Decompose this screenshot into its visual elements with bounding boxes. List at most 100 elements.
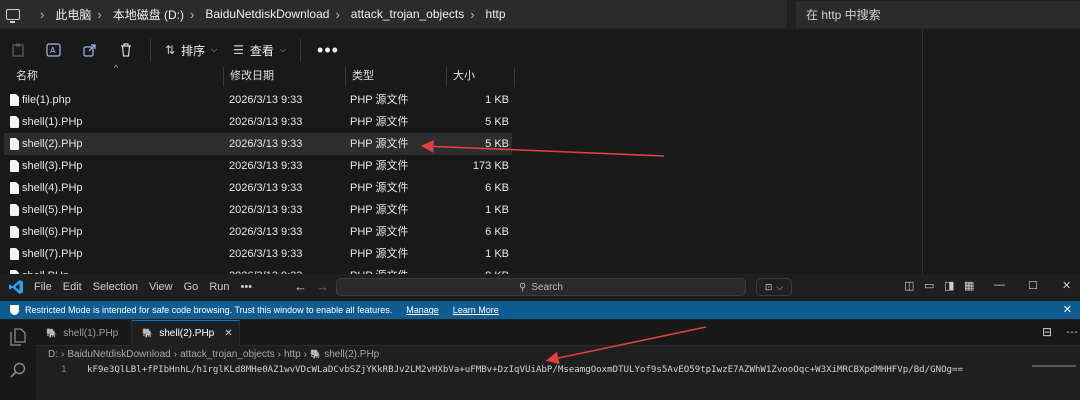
menu-go[interactable]: Go [184,281,199,293]
breadcrumb-attack-trojan-objects[interactable]: attack_trojan_objects [351,7,464,21]
menu-file[interactable]: File [34,281,52,293]
php-file-icon [10,226,19,238]
file-size: 6 KB [485,182,509,194]
learn-more-link[interactable]: Learn More [453,305,499,315]
file-row[interactable]: shell(5).PHp 2026/3/13 9:33 PHP 源文件 1 KB [4,199,512,221]
breadcrumb-attack-trojan-objects[interactable]: attack_trojan_objects [180,349,275,360]
toggle-secondary-sidebar-icon[interactable]: ◨ [944,279,954,292]
file-size: 6 KB [485,226,509,238]
copilot-button[interactable]: ⊡ ⌵ [756,278,792,296]
sort-button[interactable]: ⇅ 排序 ⌵ [157,36,225,64]
manage-link[interactable]: Manage [406,305,439,315]
forward-arrow-icon[interactable]: → [316,279,329,294]
explorer-files-icon[interactable] [9,328,27,346]
sort-label: 排序 [181,43,206,58]
breadcrumb-baidu-netdisk[interactable]: BaiduNetdiskDownload [205,7,329,21]
breadcrumb-http[interactable]: http [284,349,301,360]
file-row[interactable]: shell(4).PHp 2026/3/13 9:33 PHP 源文件 6 KB [4,177,512,199]
php-file-icon [10,160,19,172]
file-type: PHP 源文件 [350,116,409,128]
restricted-mode-banner: Restricted Mode is intended for safe cod… [0,301,1080,319]
file-explorer-window: › 此电脑 › 本地磁盘 (D:) › BaiduNetdiskDownload… [0,0,1080,278]
file-name: shell(6).PHp [22,226,83,238]
file-name: shell(3).PHp [22,160,83,172]
close-window-icon[interactable]: ✕ [1062,279,1071,292]
column-header-name[interactable]: 名称 [10,67,224,87]
file-modified: 2026/3/13 9:33 [229,204,303,216]
minimize-icon[interactable]: — [994,279,1005,291]
maximize-icon[interactable]: ☐ [1028,279,1038,292]
paste-icon[interactable] [0,36,36,64]
column-header-type[interactable]: 类型 [346,67,447,87]
file-modified: 2026/3/13 9:33 [229,94,303,106]
file-type: PHP 源文件 [350,226,409,238]
file-row[interactable]: shell(3).PHp 2026/3/13 9:33 PHP 源文件 173 … [4,155,512,177]
chevron-right-icon: › [470,6,475,22]
file-row-selected[interactable]: shell(2).PHp 2026/3/13 9:33 PHP 源文件 5 KB [4,133,512,155]
close-tab-icon[interactable]: ✕ [224,328,232,339]
breadcrumb[interactable]: › 此电脑 › 本地磁盘 (D:) › BaiduNetdiskDownload… [0,0,787,28]
close-banner-icon[interactable]: ✕ [1063,303,1072,316]
file-row[interactable]: file(1).php 2026/3/13 9:33 PHP 源文件 1 KB [4,89,512,111]
breadcrumb-baidu-netdisk[interactable]: BaiduNetdiskDownload [67,349,170,360]
toggle-panel-icon[interactable]: ▭ [924,279,934,292]
tab-shell-2[interactable]: 🐘 shell(2).PHp ✕ [132,320,240,346]
breadcrumb-this-pc[interactable]: 此电脑 [55,6,91,23]
menu-view[interactable]: View [149,281,173,293]
file-modified: 2026/3/13 9:33 [229,248,303,260]
menu-edit[interactable]: Edit [63,281,82,293]
php-file-icon [10,204,19,216]
more-actions-icon[interactable]: ⋯ [1066,325,1078,339]
more-options-button[interactable]: ••• [307,40,349,61]
copilot-icon: ⊡ [764,281,773,292]
chevron-down-icon: ⌵ [279,45,287,54]
back-arrow-icon[interactable]: ← [294,279,307,294]
toggle-sidebar-icon[interactable]: ◫ [904,279,914,292]
editor-breadcrumb: D: › BaiduNetdiskDownload › attack_trojan_ob… [48,349,379,360]
divider [922,30,923,278]
split-editor-icon[interactable]: ⊟ [1042,325,1052,339]
view-button[interactable]: ☰ 查看 ⌵ [225,36,294,64]
menu-run[interactable]: Run [209,281,229,293]
this-pc-icon[interactable] [6,8,20,23]
column-header-modified[interactable]: 修改日期 [224,67,346,87]
column-header-row: 名称 修改日期 类型 大小 [0,67,922,87]
file-row[interactable]: shell(7).PHp 2026/3/13 9:33 PHP 源文件 1 KB [4,243,512,265]
title-bar: File Edit Selection View Go Run ••• ← → … [0,274,1080,300]
address-bar: › 此电脑 › 本地磁盘 (D:) › BaiduNetdiskDownload… [0,0,1080,30]
command-center-search[interactable]: ⚲ Search [336,278,746,296]
file-type: PHP 源文件 [350,138,409,150]
file-row[interactable]: shell(1).PHp 2026/3/13 9:33 PHP 源文件 5 KB [4,111,512,133]
chevron-down-icon: ⌵ [776,281,784,292]
file-name: shell(4).PHp [22,182,83,194]
code-line[interactable]: 1 kF9e3QlLBl+fPIbHnhL/h1rglKLd8MHe0AZ1wv… [36,364,1080,380]
menu-selection[interactable]: Selection [93,281,138,293]
file-modified: 2026/3/13 9:33 [229,160,303,172]
minimap[interactable] [1032,365,1076,367]
file-name: shell(5).PHp [22,204,83,216]
rename-icon[interactable]: A [36,36,72,64]
file-name: shell(2).PHp [22,138,83,150]
breadcrumb-file[interactable]: shell(2).PHp [324,349,379,360]
breadcrumb-http[interactable]: http [486,7,506,21]
tab-shell-1[interactable]: 🐘 shell(1).PHp [36,320,132,346]
code-text[interactable]: kF9e3QlLBl+fPIbHnhL/h1rglKLd8MHe0AZ1wvVD… [87,365,963,375]
search-icon[interactable] [9,362,27,380]
command-bar: A ⇅ 排序 ⌵ ☰ 查看 ⌵ ••• [0,32,1080,68]
php-file-icon [10,248,19,260]
share-icon[interactable] [72,36,108,64]
chevron-right-icon: › [335,6,340,22]
customize-layout-icon[interactable]: ▦ [964,279,974,292]
activity-bar [0,320,36,400]
menu-more[interactable]: ••• [241,281,253,293]
file-name: shell(1).PHp [22,116,83,128]
file-row[interactable]: shell(6).PHp 2026/3/13 9:33 PHP 源文件 6 KB [4,221,512,243]
delete-icon[interactable] [108,36,144,64]
file-name: shell(7).PHp [22,248,83,260]
php-file-icon [10,182,19,194]
column-header-size[interactable]: 大小 [447,67,515,87]
file-modified: 2026/3/13 9:33 [229,182,303,194]
breadcrumb-drive[interactable]: D: [48,349,58,360]
breadcrumb-local-disk[interactable]: 本地磁盘 (D:) [113,6,184,23]
search-input[interactable]: 在 http 中搜索 [796,1,1080,28]
